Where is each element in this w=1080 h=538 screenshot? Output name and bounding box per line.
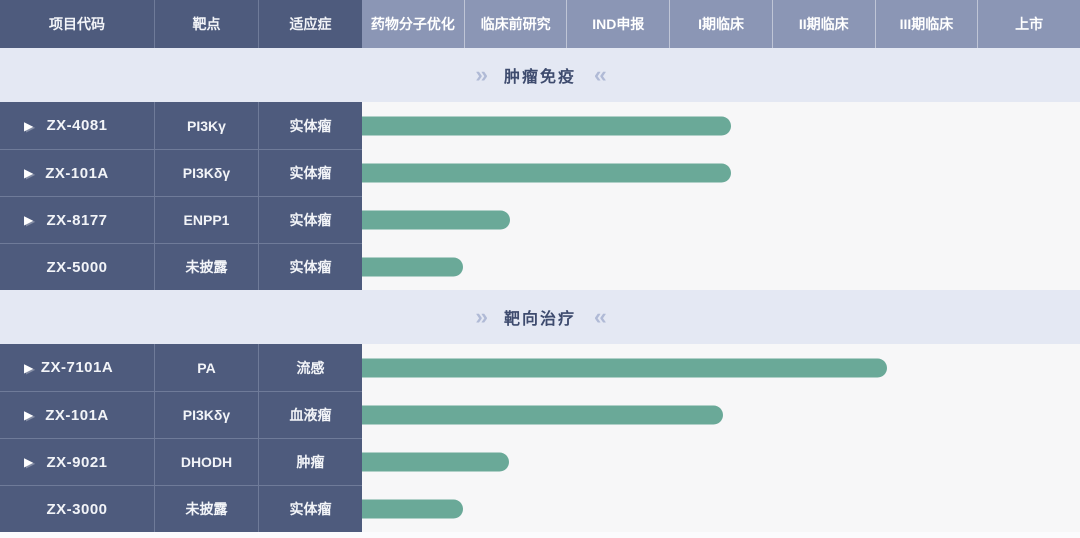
progress-bar (362, 116, 731, 135)
pipeline-row: ▶ ZX-4081 PI3Kγ 实体瘤 (0, 102, 1080, 149)
indication-cell: 流感 (259, 344, 362, 391)
header-label-columns: 项目代码 靶点 适应症 (0, 0, 362, 48)
progress-track (362, 485, 1080, 532)
progress-track (362, 344, 1080, 391)
chevron-left-icon: ‹‹ (594, 64, 605, 86)
project-code-cell: ▶ ZX-8177 (0, 197, 155, 243)
project-code: ZX-9021 (46, 454, 107, 471)
pipeline-header: 项目代码 靶点 适应症 药物分子优化 临床前研究 IND申报 I期临床 II期临… (0, 0, 1080, 48)
indication-cell: 实体瘤 (259, 244, 362, 290)
indication-cell: 实体瘤 (259, 486, 362, 532)
indication-cell: 实体瘤 (259, 102, 362, 149)
indication-cell: 实体瘤 (259, 150, 362, 196)
indication-cell: 肿瘤 (259, 439, 362, 485)
progress-bar (362, 358, 887, 377)
pipeline-row: ▶ ZX-8177 ENPP1 实体瘤 (0, 196, 1080, 243)
progress-track (362, 149, 1080, 196)
play-icon[interactable]: ▶ (24, 456, 34, 468)
pipeline-row: ▶ ZX-101A PI3Kδγ 血液瘤 (0, 391, 1080, 438)
progress-bar (362, 499, 463, 518)
project-code-cell: ZX-5000 (0, 244, 155, 290)
stage-header-market: 上市 (978, 0, 1080, 48)
project-code-cell: ▶ ZX-101A (0, 392, 155, 438)
project-code: ZX-101A (45, 407, 109, 424)
project-code-cell: ▶ ZX-4081 (0, 102, 155, 149)
pipeline-row: ZX-3000 未披露 实体瘤 (0, 485, 1080, 532)
project-code: ZX-101A (45, 165, 109, 182)
target-cell: 未披露 (155, 244, 259, 290)
header-indication: 适应症 (259, 0, 362, 48)
section-band-targeted-therapy: ›› 靶向治疗 ‹‹ (0, 290, 1080, 344)
project-code-cell: ▶ ZX-7101A (0, 344, 155, 391)
section-title: 肿瘤免疫 (504, 63, 576, 87)
progress-bar (362, 405, 723, 424)
pipeline-row: ▶ ZX-7101A PA 流感 (0, 344, 1080, 391)
indication-cell: 血液瘤 (259, 392, 362, 438)
header-project-code: 项目代码 (0, 0, 155, 48)
target-cell: 未披露 (155, 486, 259, 532)
chevron-right-icon: ›› (475, 64, 486, 86)
project-code: ZX-7101A (41, 359, 113, 376)
project-code: ZX-4081 (46, 117, 107, 134)
progress-track (362, 102, 1080, 149)
header-target: 靶点 (155, 0, 259, 48)
stage-header-phase3: III期临床 (876, 0, 979, 48)
target-cell: PI3Kγ (155, 102, 259, 149)
section-title: 靶向治疗 (504, 305, 576, 329)
progress-track (362, 438, 1080, 485)
progress-bar (362, 257, 463, 276)
pipeline-row: ZX-5000 未披露 实体瘤 (0, 243, 1080, 290)
target-cell: DHODH (155, 439, 259, 485)
project-code-cell: ▶ ZX-9021 (0, 439, 155, 485)
project-code-cell: ▶ ZX-101A (0, 150, 155, 196)
project-code: ZX-3000 (46, 501, 107, 518)
pipeline-row: ▶ ZX-101A PI3Kδγ 实体瘤 (0, 149, 1080, 196)
play-icon[interactable]: ▶ (24, 409, 34, 421)
project-code: ZX-5000 (46, 259, 107, 276)
section-band-tumor-immunity: ›› 肿瘤免疫 ‹‹ (0, 48, 1080, 102)
stage-header-molecule-optimization: 药物分子优化 (362, 0, 465, 48)
play-icon[interactable]: ▶ (24, 362, 34, 374)
pipeline-row: ▶ ZX-9021 DHODH 肿瘤 (0, 438, 1080, 485)
chevron-left-icon: ‹‹ (594, 306, 605, 328)
progress-track (362, 243, 1080, 290)
play-icon[interactable]: ▶ (24, 120, 34, 132)
project-code: ZX-8177 (46, 212, 107, 229)
target-cell: PA (155, 344, 259, 391)
stage-header-phase2: II期临床 (773, 0, 876, 48)
stage-header-ind: IND申报 (567, 0, 670, 48)
target-cell: PI3Kδγ (155, 150, 259, 196)
header-stage-columns: 药物分子优化 临床前研究 IND申报 I期临床 II期临床 III期临床 上市 (362, 0, 1080, 48)
target-cell: PI3Kδγ (155, 392, 259, 438)
page-background-strip (0, 532, 1080, 538)
target-cell: ENPP1 (155, 197, 259, 243)
chevron-right-icon: ›› (475, 306, 486, 328)
progress-track (362, 391, 1080, 438)
project-code-cell: ZX-3000 (0, 486, 155, 532)
play-icon[interactable]: ▶ (24, 214, 34, 226)
indication-cell: 实体瘤 (259, 197, 362, 243)
stage-header-phase1: I期临床 (670, 0, 773, 48)
stage-header-preclinical: 临床前研究 (465, 0, 568, 48)
progress-track (362, 196, 1080, 243)
progress-bar (362, 163, 731, 182)
pipeline-chart: 项目代码 靶点 适应症 药物分子优化 临床前研究 IND申报 I期临床 II期临… (0, 0, 1080, 538)
progress-bar (362, 452, 509, 471)
play-icon[interactable]: ▶ (24, 167, 34, 179)
progress-bar (362, 210, 510, 229)
